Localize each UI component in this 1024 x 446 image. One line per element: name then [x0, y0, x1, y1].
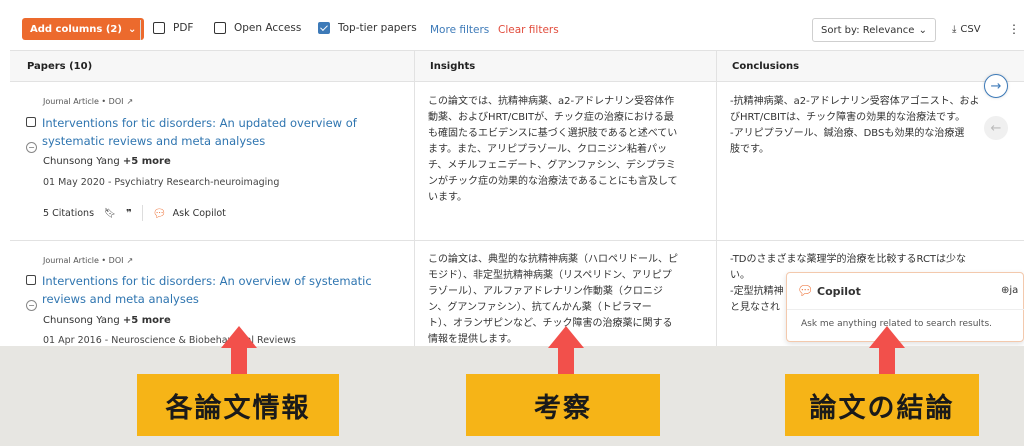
sort-label: Sort by: Relevance	[821, 24, 915, 36]
filter-pdf[interactable]: PDF	[153, 22, 193, 34]
paper-actions: 5 Citations 🔖︎ ❞ 💬︎ Ask Copilot	[43, 205, 226, 221]
arrow-right-icon: →	[990, 78, 1002, 94]
toolbar: Add columns (2) ⌄ PDF Open Access Top-ti…	[0, 0, 1024, 50]
more-options-icon[interactable]: ⋮	[1008, 22, 1020, 36]
csv-label: CSV	[960, 24, 981, 35]
divider	[787, 309, 1024, 310]
arrow-up-icon	[548, 326, 584, 374]
ask-copilot-button[interactable]: 💬︎ Ask Copilot	[153, 207, 226, 220]
more-authors-link[interactable]: +5 more	[123, 315, 171, 326]
header-papers: Papers (10)	[27, 61, 93, 72]
paper-meta: Journal Article • DOI ↗	[43, 97, 134, 106]
arrow-up-icon	[221, 326, 257, 374]
copilot-panel: 💬︎ Copilot ⊕ja Ask me anything related t…	[786, 272, 1024, 342]
chat-icon: 💬︎	[152, 206, 167, 220]
next-columns-button[interactable]: →	[984, 74, 1008, 98]
copilot-title: Copilot	[817, 285, 861, 298]
paper-title-row: Interventions for tic disorders: An upda…	[26, 114, 406, 150]
select-paper-checkbox[interactable]	[26, 117, 36, 127]
paper-meta: Journal Article • DOI ↗	[43, 256, 134, 265]
more-authors-link[interactable]: +5 more	[123, 156, 171, 167]
bookmark-icon[interactable]: 🔖︎	[104, 208, 116, 219]
filter-open-access[interactable]: Open Access	[214, 22, 301, 34]
paper-title[interactable]: Interventions for tic disorders: An upda…	[42, 114, 357, 150]
annotation-paper-info: 各論文情報	[137, 374, 339, 436]
divider	[140, 20, 141, 40]
prev-columns-button[interactable]: ←	[984, 116, 1008, 140]
citations-link[interactable]: 5 Citations	[43, 208, 94, 219]
paper-title-row: Interventions for tic disorders: An over…	[26, 272, 406, 308]
table-header: Papers (10) Insights Conclusions	[10, 50, 1024, 82]
annotation-insights: 考察	[466, 374, 660, 436]
filter-pdf-label: PDF	[173, 22, 194, 34]
chat-icon: 💬︎	[797, 284, 814, 299]
column-divider	[414, 50, 415, 346]
language-selector[interactable]: ⊕ja	[1001, 285, 1018, 296]
row-divider	[10, 240, 1024, 241]
more-filters-link[interactable]: More filters	[430, 24, 489, 36]
paper-authors: Chunsong Yang +5 more	[43, 315, 171, 326]
cite-icon[interactable]: ❞	[126, 208, 132, 219]
chevron-down-icon: ⌄	[918, 24, 927, 36]
divider	[141, 205, 143, 221]
column-divider	[716, 50, 717, 346]
expand-icon[interactable]: −	[26, 142, 37, 153]
select-paper-checkbox[interactable]	[26, 275, 36, 285]
csv-download-button[interactable]: ⤓ CSV	[952, 24, 981, 35]
filter-top-tier[interactable]: Top-tier papers	[318, 22, 417, 34]
annotation-conclusions: 論文の結論	[785, 374, 979, 436]
chevron-down-icon: ⌄	[127, 23, 137, 35]
paper-authors: Chunsong Yang +5 more	[43, 156, 171, 167]
sort-dropdown[interactable]: Sort by: Relevance ⌄	[812, 18, 936, 42]
paper-title[interactable]: Interventions for tic disorders: An over…	[42, 272, 372, 308]
expand-icon[interactable]: −	[26, 300, 37, 311]
add-columns-button[interactable]: Add columns (2) ⌄	[22, 18, 145, 40]
arrow-left-icon: ←	[990, 120, 1002, 136]
paper-date-journal: 01 May 2020 - Psychiatry Research-neuroi…	[43, 177, 280, 188]
checkbox-open-access[interactable]	[214, 22, 226, 34]
arrow-up-icon	[869, 326, 905, 374]
paper-date-journal: 01 Apr 2016 - Neuroscience & Biobehavior…	[43, 335, 296, 346]
external-link-icon[interactable]: ↗	[127, 256, 134, 265]
header-insights: Insights	[430, 61, 476, 72]
conclusions-cell: -抗精神病薬、a2-アドレナリン受容体アゴニスト、およ びHRT/CBITは、チ…	[730, 96, 980, 155]
insights-cell: この論文では、抗精神病薬、a2-アドレナリン受容体作 動薬、およびHRT/CBI…	[428, 96, 678, 203]
checkbox-top-tier[interactable]	[318, 22, 330, 34]
checkbox-pdf[interactable]	[153, 22, 165, 34]
add-columns-label: Add columns (2)	[30, 23, 122, 35]
external-link-icon[interactable]: ↗	[127, 97, 134, 106]
filter-top-tier-label: Top-tier papers	[338, 22, 417, 34]
filter-open-access-label: Open Access	[234, 22, 302, 34]
clear-filters-link[interactable]: Clear filters	[498, 24, 559, 36]
header-conclusions: Conclusions	[732, 61, 800, 72]
download-icon: ⤓	[952, 24, 957, 35]
